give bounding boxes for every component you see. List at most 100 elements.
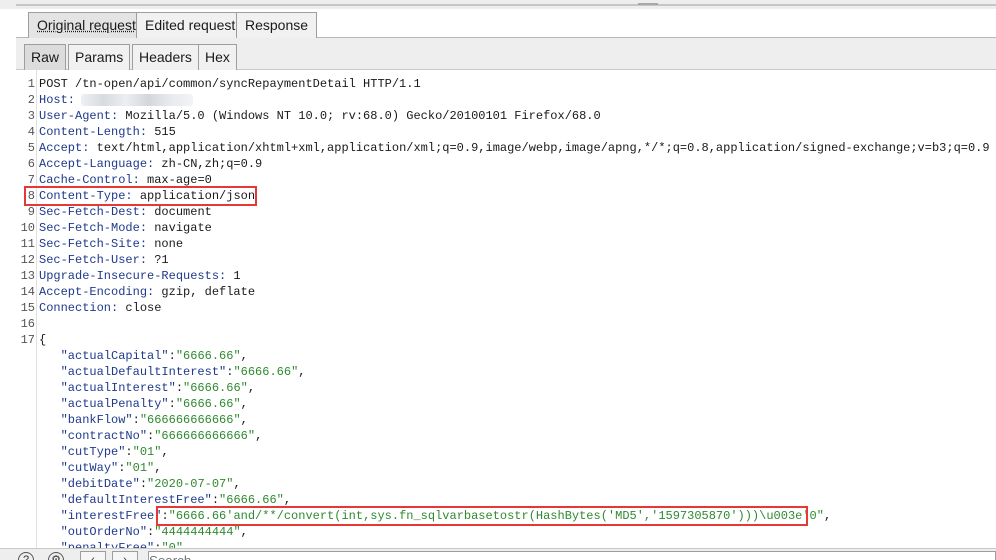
code-line: "bankFlow":"666666666666", — [16, 412, 248, 428]
json-key: "interestFree" — [60, 509, 162, 523]
json-value: "6666.66" — [175, 397, 241, 411]
header-name: Sec-Fetch-User: — [39, 253, 148, 267]
code-line: 4 Content-Length: 515 — [16, 124, 176, 140]
json-value: "01" — [125, 461, 155, 475]
json-value: "666666666666" — [139, 413, 241, 427]
tab-edited-request[interactable]: Edited request — [136, 12, 245, 38]
json-key: "debitDate" — [60, 477, 140, 491]
json-comma: , — [283, 493, 292, 507]
code-line: "debitDate":"2020-07-07", — [16, 476, 241, 492]
code-line: "actualPenalty":"6666.66", — [16, 396, 248, 412]
json-colon: : — [168, 397, 176, 411]
header-name: Upgrade-Insecure-Requests: — [39, 269, 227, 283]
json-comma: , — [240, 349, 248, 363]
code-line: 14 Accept-Encoding: gzip, deflate — [16, 284, 255, 300]
json-colon: : — [175, 381, 184, 395]
line-number: 13 — [20, 269, 35, 283]
header-value: 1 — [226, 269, 241, 283]
line-number: 4 — [27, 125, 35, 139]
code-line: "outOrderNo":"4444444444", — [16, 524, 248, 540]
json-key: "actualCapital" — [60, 349, 169, 363]
resize-grip[interactable] — [638, 3, 658, 5]
code-line: 9 Sec-Fetch-Dest: document — [16, 204, 212, 220]
code-line: 11 Sec-Fetch-Site: none — [16, 236, 183, 252]
view-mode-tabs: Raw Params Headers Hex — [16, 38, 996, 70]
line-number: 5 — [27, 141, 35, 155]
line-number: 11 — [20, 237, 35, 251]
json-comma: , — [255, 429, 263, 443]
header-value: document — [147, 205, 212, 219]
json-comma: , — [183, 541, 191, 548]
tab-response[interactable]: Response — [236, 12, 318, 38]
json-key: "actualDefaultInterest" — [60, 365, 227, 379]
help-icon[interactable]: ? — [18, 552, 34, 560]
arrow-right-icon[interactable]: › — [112, 551, 138, 560]
header-name: Connection: — [39, 301, 119, 315]
sql-injection-highlight — [156, 506, 808, 526]
code-line: 16 — [16, 316, 39, 332]
content-type-highlight — [24, 186, 257, 206]
code-line: 10 Sec-Fetch-Mode: navigate — [16, 220, 212, 236]
code-line: 3 User-Agent: Mozilla/5.0 (Windows NT 10.… — [16, 108, 601, 124]
header-name: Accept-Language: — [39, 157, 155, 171]
json-brace: { — [39, 333, 47, 347]
header-value: 515 — [147, 125, 176, 139]
json-value: "6666.66" — [175, 349, 241, 363]
raw-request-editor[interactable]: 1 POST /tn-open/api/common/syncRepaymentD… — [16, 70, 996, 548]
line-number: 12 — [20, 253, 35, 267]
json-key: "penaltyFree" — [60, 541, 155, 548]
json-comma: , — [823, 509, 832, 523]
json-colon: : — [211, 493, 220, 507]
code-line: "actualInterest":"6666.66", — [16, 380, 255, 396]
header-name: Content-Length: — [39, 125, 148, 139]
header-value: zh-CN,zh;q=0.9 — [154, 157, 263, 171]
tab-original-request[interactable]: Original request — [28, 12, 145, 39]
line-number: 1 — [27, 77, 35, 91]
redacted-host — [81, 93, 194, 106]
header-value: gzip, deflate — [154, 285, 256, 299]
json-colon: : — [132, 413, 140, 427]
header-name: Sec-Fetch-Dest: — [39, 205, 148, 219]
code-line: "cutType":"01", — [16, 444, 169, 460]
line-number: 6 — [27, 157, 35, 171]
json-value: "6666.66" — [233, 365, 299, 379]
header-value: none — [147, 237, 184, 251]
tab-headers[interactable]: Headers — [132, 44, 199, 70]
gear-icon[interactable]: ⚙ — [48, 552, 64, 560]
line-number: 9 — [27, 205, 35, 219]
json-colon: : — [139, 477, 148, 491]
tab-hex[interactable]: Hex — [198, 44, 237, 70]
tab-raw[interactable]: Raw — [24, 44, 67, 70]
code-line: 13 Upgrade-Insecure-Requests: 1 — [16, 268, 241, 284]
line-number: 14 — [20, 285, 35, 299]
code-line: 12 Sec-Fetch-User: ?1 — [16, 252, 169, 268]
header-value: Mozilla/5.0 (Windows NT 10.0; rv:68.0) G… — [118, 109, 601, 123]
search-bar: ? ⚙ ‹ › — [0, 548, 996, 560]
panel-divider — [0, 0, 996, 9]
header-value: close — [118, 301, 162, 315]
json-comma: , — [161, 445, 169, 459]
header-value: navigate — [147, 221, 212, 235]
code-line: 1 POST /tn-open/api/common/syncRepaymentD… — [16, 76, 421, 92]
code-line: "actualCapital":"6666.66", — [16, 348, 248, 364]
json-colon: : — [125, 445, 133, 459]
line-number: 10 — [20, 221, 35, 235]
header-name: Host: — [39, 93, 76, 107]
code-line: "cutWay":"01", — [16, 460, 162, 476]
line-number: 17 — [20, 333, 35, 347]
code-line: "contractNo":"666666666666", — [16, 428, 263, 444]
json-value: "0" — [161, 541, 184, 548]
json-key: "outOrderNo" — [60, 525, 148, 539]
json-key: "defaultInterestFree" — [60, 493, 212, 507]
code-line: 17 { — [16, 332, 47, 348]
search-input[interactable] — [148, 551, 996, 560]
json-comma: , — [247, 381, 256, 395]
header-name: Accept-Encoding: — [39, 285, 155, 299]
line-number: 15 — [20, 301, 35, 315]
arrow-left-icon[interactable]: ‹ — [80, 551, 106, 560]
json-value: "6666.66" — [183, 381, 248, 395]
json-value: "4444444444" — [154, 525, 241, 539]
divider-line — [16, 4, 996, 6]
code-line: "penaltyFree":"0", — [16, 540, 191, 548]
tab-params[interactable]: Params — [68, 44, 131, 70]
